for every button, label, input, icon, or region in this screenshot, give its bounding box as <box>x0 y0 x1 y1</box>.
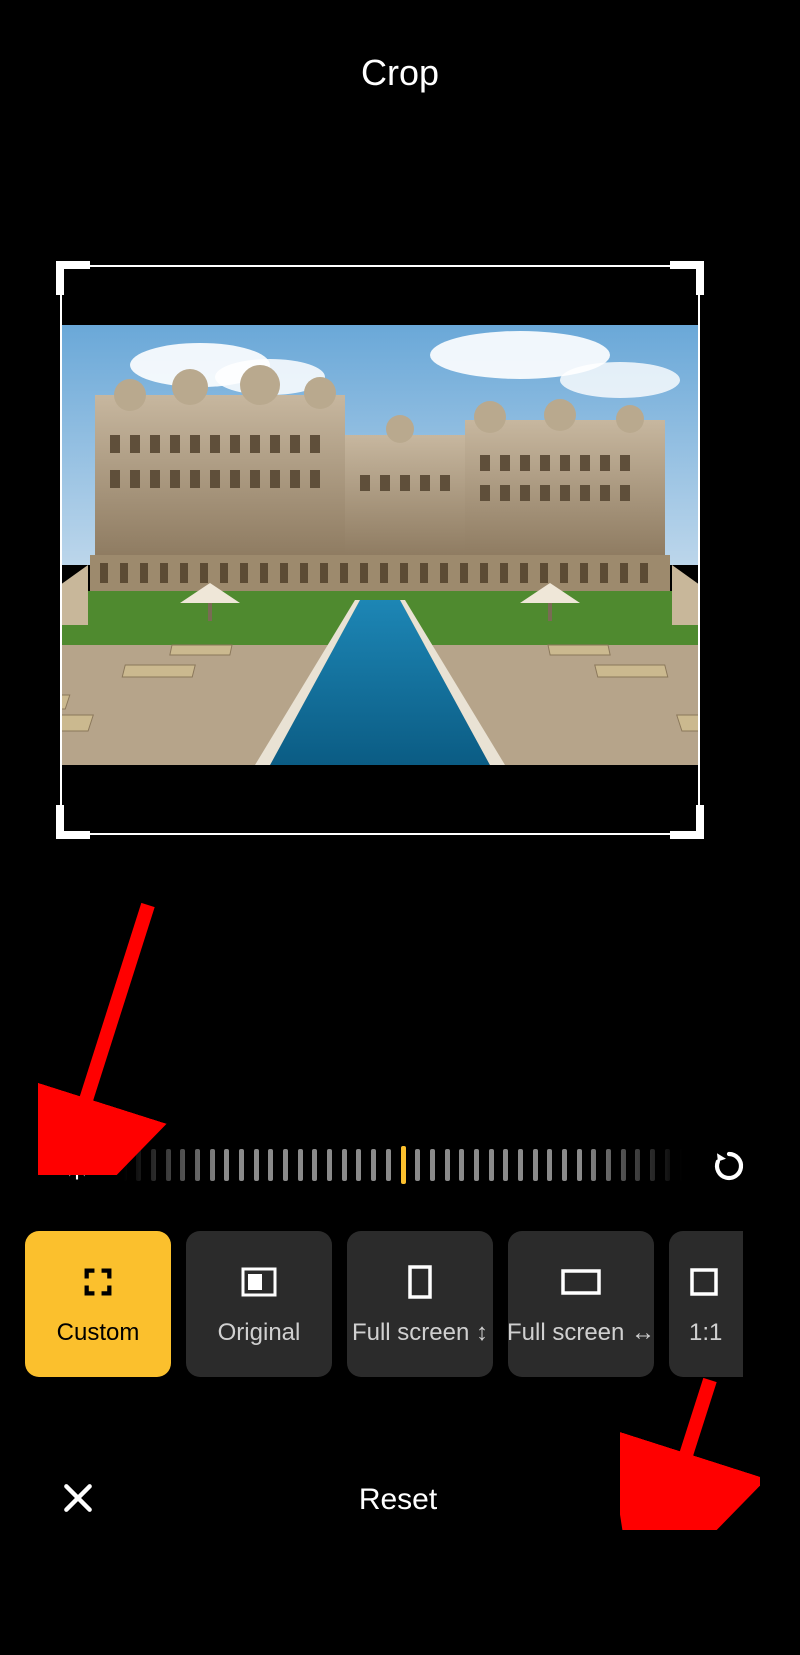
ruler-tick <box>210 1149 215 1181</box>
ruler-tick <box>254 1149 259 1181</box>
ruler-tick <box>371 1149 376 1181</box>
ruler-tick <box>445 1149 450 1181</box>
fullscreen-horizontal-icon <box>560 1261 602 1303</box>
ruler-tick <box>415 1149 420 1181</box>
ruler-tick <box>239 1149 244 1181</box>
flip-horizontal-icon <box>59 1148 95 1184</box>
cancel-button[interactable] <box>58 1478 98 1523</box>
ruler-tick <box>635 1149 640 1181</box>
ruler-tick <box>342 1149 347 1181</box>
crop-handle-bottom-right[interactable] <box>670 805 704 839</box>
rotate-90-button[interactable] <box>700 1148 758 1184</box>
close-icon <box>58 1478 98 1518</box>
ruler-tick <box>180 1149 185 1181</box>
check-icon <box>698 1476 742 1520</box>
ratio-original[interactable]: Original <box>186 1231 332 1377</box>
ruler-tick <box>474 1149 479 1181</box>
ruler-tick <box>166 1149 171 1181</box>
crop-handle-top-right[interactable] <box>670 261 704 295</box>
annotation-arrow-flip <box>38 895 178 1175</box>
ruler-tick <box>562 1149 567 1181</box>
ruler-tick <box>503 1149 508 1181</box>
ruler-tick <box>518 1149 523 1181</box>
ratio-fullscreen-horizontal[interactable]: Full screen ↔ <box>508 1231 654 1377</box>
reset-label: Reset <box>359 1483 437 1516</box>
ruler-tick <box>356 1149 361 1181</box>
ruler-tick <box>312 1149 317 1181</box>
ruler-tick <box>195 1149 200 1181</box>
crop-border <box>60 265 700 835</box>
page-title: Crop <box>0 52 800 94</box>
ruler-tick <box>665 1149 670 1181</box>
ruler-tick <box>621 1149 626 1181</box>
ruler-tick <box>577 1149 582 1181</box>
ruler-tick <box>136 1149 141 1181</box>
crop-handle-top-left[interactable] <box>56 261 90 295</box>
ratio-fullscreen-vertical[interactable]: Full screen ↕ <box>347 1231 493 1377</box>
confirm-button[interactable] <box>698 1476 742 1525</box>
rotation-ruler[interactable] <box>124 1143 682 1189</box>
rotation-row <box>0 1136 800 1196</box>
ruler-tick <box>606 1149 611 1181</box>
ruler-tick <box>430 1149 435 1181</box>
reset-button[interactable]: Reset <box>359 1483 437 1517</box>
ruler-tick <box>401 1146 406 1184</box>
ratio-label: 1:1 <box>689 1319 722 1347</box>
ruler-tick <box>459 1149 464 1181</box>
original-ratio-icon <box>241 1261 277 1303</box>
ruler-tick <box>151 1149 156 1181</box>
crop-frame[interactable] <box>60 265 700 835</box>
ruler-tick <box>298 1149 303 1181</box>
ratio-custom[interactable]: Custom <box>25 1231 171 1377</box>
fullscreen-vertical-icon <box>407 1261 433 1303</box>
ruler-tick <box>489 1149 494 1181</box>
ratio-label: Custom <box>57 1319 140 1347</box>
ruler-tick <box>533 1149 538 1181</box>
ruler-tick <box>591 1149 596 1181</box>
ruler-tick <box>547 1149 552 1181</box>
ratio-label: Full screen ↔ <box>507 1319 655 1347</box>
ruler-tick <box>650 1149 655 1181</box>
crop-title: Crop <box>361 52 439 93</box>
ruler-tick <box>680 1149 683 1181</box>
ratio-label: Original <box>218 1319 301 1347</box>
square-ratio-icon <box>689 1261 719 1303</box>
ruler-tick <box>224 1149 229 1181</box>
ruler-tick <box>386 1149 391 1181</box>
flip-horizontal-button[interactable] <box>48 1148 106 1184</box>
ruler-tick <box>327 1149 332 1181</box>
ruler-tick <box>283 1149 288 1181</box>
ratio-label: Full screen ↕ <box>352 1319 488 1347</box>
ruler-tick <box>268 1149 273 1181</box>
ratio-one-one[interactable]: 1:1 <box>669 1231 743 1377</box>
ruler-tick <box>124 1149 127 1181</box>
bottom-action-bar: Reset <box>0 1460 800 1540</box>
crop-handle-bottom-left[interactable] <box>56 805 90 839</box>
rotate-icon <box>711 1148 747 1184</box>
custom-crop-icon <box>81 1261 115 1303</box>
aspect-ratio-strip[interactable]: Custom Original Full screen ↕ Full scree… <box>25 1231 800 1377</box>
